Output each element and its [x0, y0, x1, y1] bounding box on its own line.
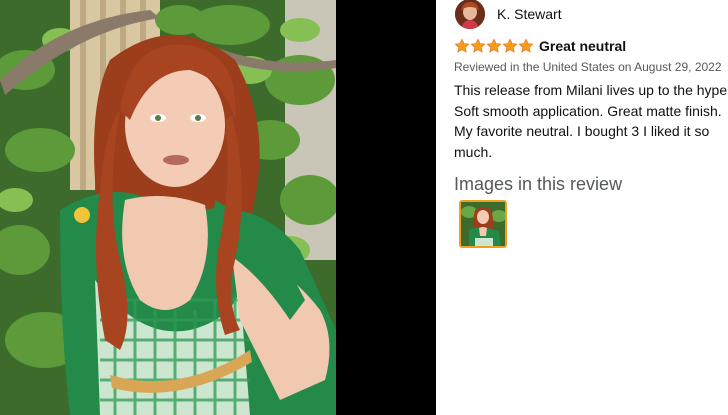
star-icon [454, 38, 470, 53]
rating-row: Great neutral [454, 37, 626, 55]
star-icon [486, 38, 502, 53]
star-rating[interactable] [454, 38, 534, 54]
reviewer-row: K. Stewart [455, 0, 562, 32]
images-heading: Images in this review [454, 174, 623, 194]
review-photo[interactable] [0, 0, 336, 415]
review-panel: K. Stewart Great neutral Reviewed in the… [436, 0, 728, 415]
star-icon [470, 38, 486, 53]
review-title[interactable]: Great neutral [539, 38, 626, 54]
avatar[interactable] [455, 0, 485, 29]
reviewer-name[interactable]: K. Stewart [497, 6, 562, 22]
star-icon [502, 38, 518, 53]
review-date: Reviewed in the United States on August … [454, 60, 722, 74]
review-image-thumbnail[interactable] [459, 200, 507, 248]
star-icon [518, 38, 534, 53]
review-text: This release from Milani lives up to the… [454, 82, 728, 160]
image-viewer-gutter [336, 0, 436, 415]
